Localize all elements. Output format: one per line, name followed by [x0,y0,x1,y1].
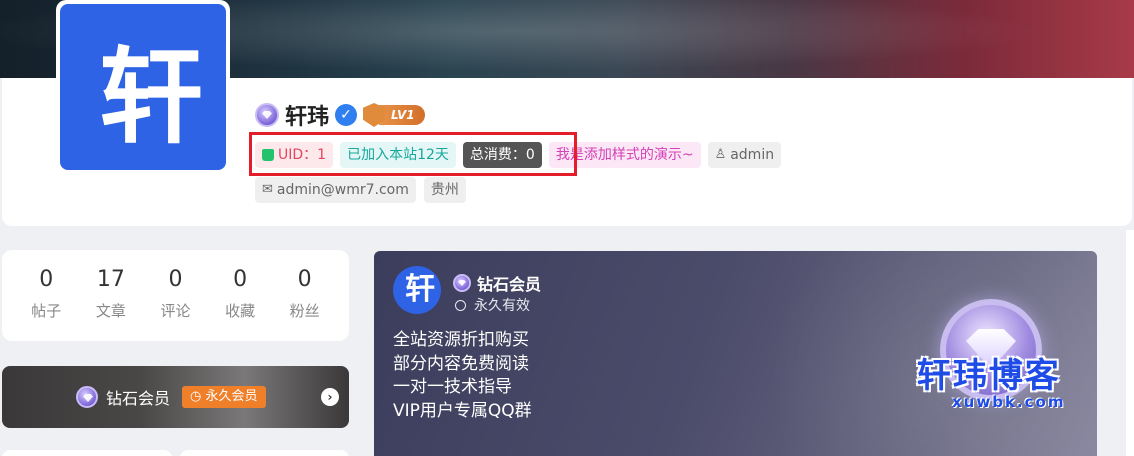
vip-avatar: 轩 [393,266,441,314]
email-tag: ✉ admin@wmr7.com [255,177,416,203]
vip-validity: 永久有效 [474,298,530,314]
stat-posts[interactable]: 0 帖子 [18,264,74,341]
benefit-item: 全站资源折扣购买 [393,330,529,350]
stat-label: 文章 [95,302,126,320]
gem-icon [255,103,279,127]
stat-articles[interactable]: 17 文章 [83,264,139,341]
vip-level-name: 钻石会员 [477,275,542,294]
user-tags-secondary: ✉ admin@wmr7.com 贵州 [255,177,466,203]
card-stub [2,450,172,456]
vip-validity-row: 永久有效 [455,295,530,315]
stat-value: 0 [297,267,312,292]
stat-value: 0 [233,267,248,292]
stat-label: 评论 [160,302,191,320]
stat-label: 收藏 [225,302,256,320]
name-row: 轩玮 ✓ LV1 [255,100,425,130]
stats-card: 0 帖子 17 文章 0 评论 0 收藏 0 粉丝 [2,250,349,341]
user-icon: ♙ [714,147,727,162]
benefit-item: 部分内容免费阅读 [393,353,529,374]
gem-icon [76,386,98,408]
clock-icon [455,299,466,311]
next-cards [2,450,349,456]
avatar-image: 轩 [60,4,226,170]
stat-label: 粉丝 [289,302,320,320]
stat-value: 0 [168,267,183,292]
stat-value: 17 [96,267,125,292]
chevron-right-icon[interactable]: › [321,388,339,406]
vip-benefits: 全站资源折扣购买 部分内容免费阅读 一对一技术指导 VIP用户专属QQ群 [393,329,532,423]
gem-icon [453,274,471,292]
user-name: 轩玮 [285,105,330,130]
level-badge: LV1 [363,103,425,127]
mail-icon: ✉ [262,182,273,197]
level-text: LV1 [379,105,425,125]
verify-icon: ✓ [335,104,358,126]
role-tag: ♙ admin [707,142,782,168]
stat-label: 帖子 [31,302,62,320]
stat-favorites[interactable]: 0 收藏 [212,264,268,341]
clock-icon: ◷ [190,389,202,404]
vip-bar-badge: ◷ 永久会员 [182,386,266,408]
stat-value: 0 [39,267,54,292]
stat-comments[interactable]: 0 评论 [147,264,203,341]
email-text: admin@wmr7.com [276,182,409,198]
vip-status-bar[interactable]: 钻石会员 ◷ 永久会员 › [2,366,349,428]
vip-bar-title: 钻石会员 [106,389,171,408]
vip-level-row: 钻石会员 [453,271,541,295]
stat-followers[interactable]: 0 粉丝 [277,264,333,341]
benefit-item: VIP用户专属QQ群 [393,400,532,421]
watermark-title: 轩玮博客 [916,356,1061,396]
vip-card: 轩 钻石会员 永久有效 全站资源折扣购买 部分内容免费阅读 一对一技术指导 VI… [374,251,1097,456]
user-avatar[interactable]: 轩 [56,0,230,174]
benefit-item: 一对一技术指导 [393,377,512,397]
location-tag: 贵州 [423,177,466,203]
side-panel-edge [1126,230,1134,456]
vip-badge-text: 永久会员 [205,389,258,404]
site-watermark: 轩玮博客 xuwbk.com [912,348,1065,411]
highlight-annotation [249,132,577,176]
card-stub [179,450,349,456]
role-text: admin [730,147,775,163]
